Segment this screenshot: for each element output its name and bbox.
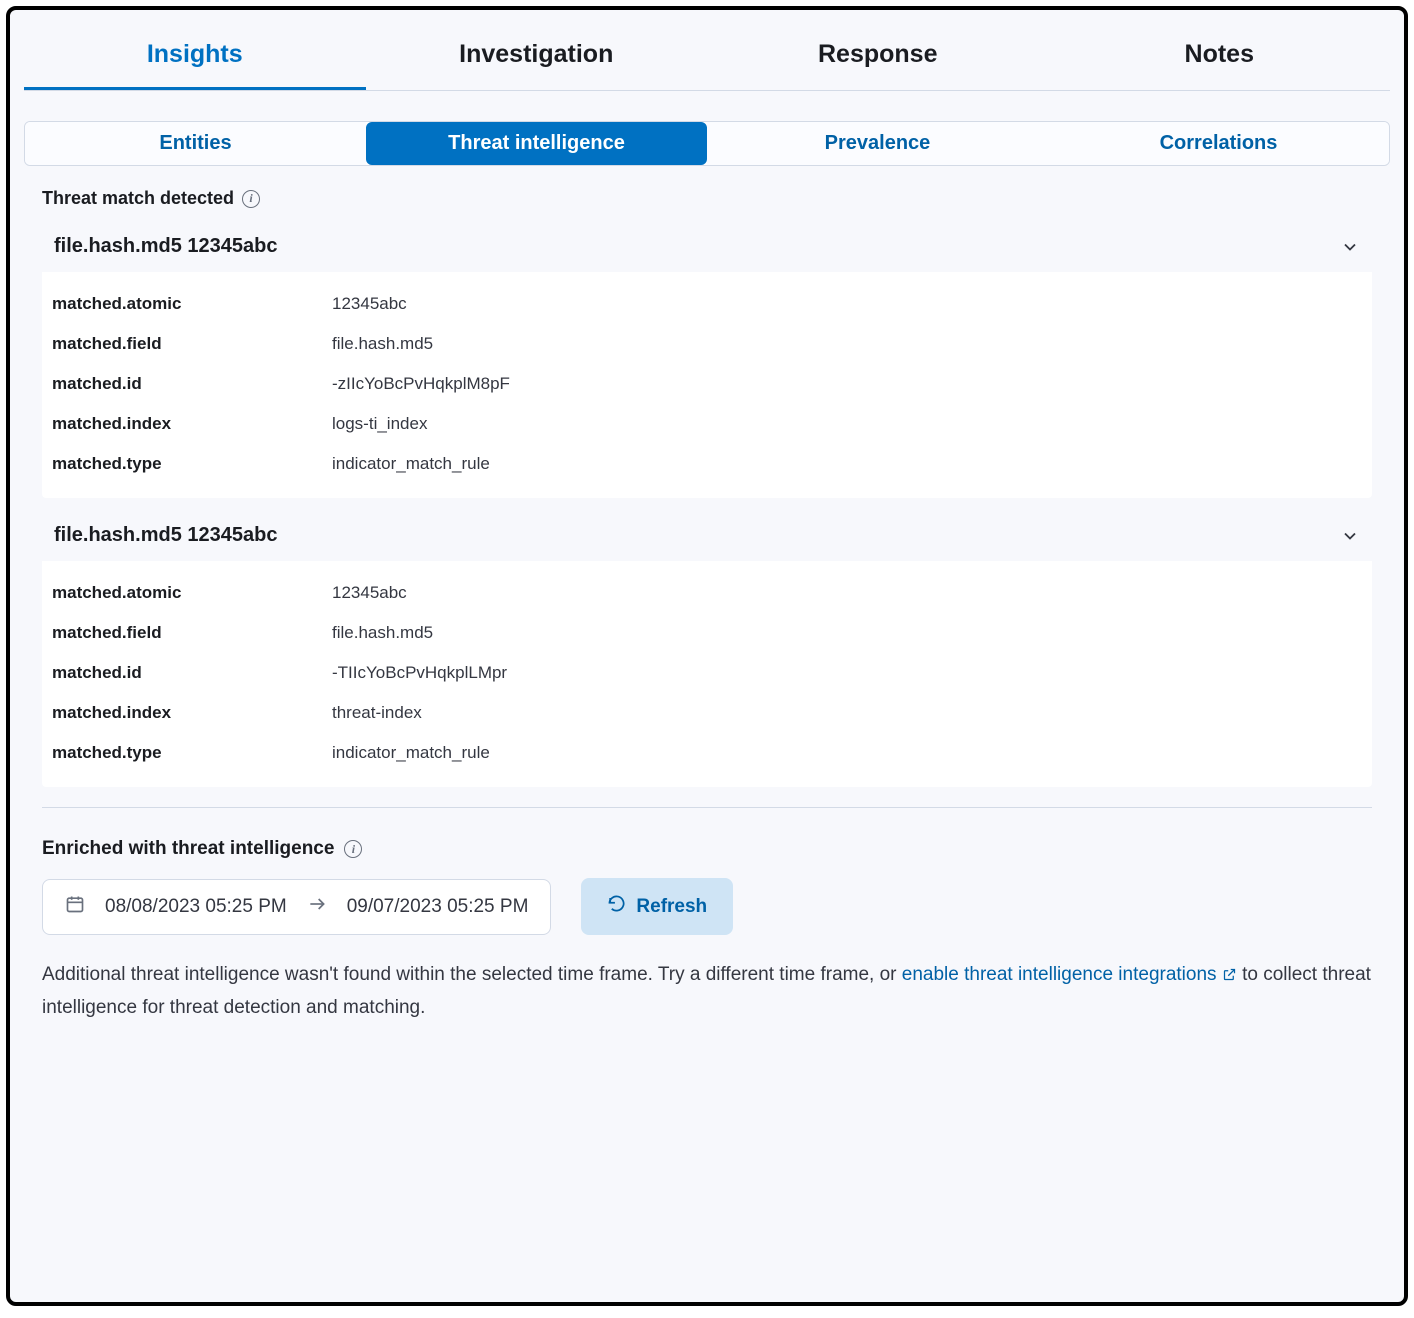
row-value: 12345abc (332, 583, 407, 603)
row-value: file.hash.md5 (332, 623, 433, 643)
threat-match-title-row: Threat match detected i (42, 188, 1390, 209)
row-key: matched.field (52, 623, 332, 643)
row-value: -zIIcYoBcPvHqkplM8pF (332, 374, 510, 394)
chevron-down-icon (1340, 526, 1360, 546)
main-tabs: Insights Investigation Response Notes (24, 20, 1390, 91)
body-text-1: Additional threat intelligence wasn't fo… (42, 964, 902, 985)
calendar-icon (65, 894, 85, 920)
enriched-title-row: Enriched with threat intelligence i (42, 838, 1390, 860)
accordion-body: matched.atomic 12345abc matched.field fi… (42, 561, 1372, 787)
row-key: matched.id (52, 374, 332, 394)
row-key: matched.atomic (52, 294, 332, 314)
row-key: matched.field (52, 334, 332, 354)
tab-insights[interactable]: Insights (24, 20, 366, 90)
divider (42, 807, 1372, 808)
table-row: matched.id -TIIcYoBcPvHqkplLMpr (52, 653, 1362, 693)
link-label: enable threat intelligence integrations (902, 964, 1217, 985)
tab-notes[interactable]: Notes (1049, 20, 1391, 90)
row-key: matched.id (52, 663, 332, 683)
enriched-controls: 08/08/2023 05:25 PM 09/07/2023 05:25 PM … (42, 878, 1390, 935)
enable-integrations-link[interactable]: enable threat intelligence integrations (902, 964, 1242, 985)
date-start: 08/08/2023 05:25 PM (105, 896, 287, 918)
table-row: matched.atomic 12345abc (52, 573, 1362, 613)
arrow-right-icon (307, 894, 327, 920)
subtab-entities[interactable]: Entities (25, 122, 366, 165)
refresh-label: Refresh (636, 896, 707, 918)
chevron-down-icon (1340, 237, 1360, 257)
row-value: threat-index (332, 703, 422, 723)
row-value: -TIIcYoBcPvHqkplLMpr (332, 663, 507, 683)
info-icon[interactable]: i (344, 840, 362, 858)
tab-response[interactable]: Response (707, 20, 1049, 90)
accordion-header[interactable]: file.hash.md5 12345abc (42, 221, 1372, 272)
table-row: matched.field file.hash.md5 (52, 324, 1362, 364)
row-value: 12345abc (332, 294, 407, 314)
refresh-icon (607, 894, 626, 919)
row-value: indicator_match_rule (332, 743, 490, 763)
accordion-header[interactable]: file.hash.md5 12345abc (42, 510, 1372, 561)
date-range-picker[interactable]: 08/08/2023 05:25 PM 09/07/2023 05:25 PM (42, 879, 551, 935)
info-icon[interactable]: i (242, 190, 260, 208)
row-key: matched.type (52, 454, 332, 474)
table-row: matched.index threat-index (52, 693, 1362, 733)
subtab-threat-intelligence[interactable]: Threat intelligence (366, 122, 707, 165)
sub-tabs: Entities Threat intelligence Prevalence … (24, 121, 1390, 166)
table-row: matched.index logs-ti_index (52, 404, 1362, 444)
table-row: matched.type indicator_match_rule (52, 444, 1362, 484)
threat-match-item: file.hash.md5 12345abc matched.atomic 12… (42, 510, 1372, 787)
accordion-body: matched.atomic 12345abc matched.field fi… (42, 272, 1372, 498)
subtab-prevalence[interactable]: Prevalence (707, 122, 1048, 165)
external-link-icon (1222, 961, 1237, 992)
threat-match-title: Threat match detected (42, 188, 234, 209)
threat-match-item: file.hash.md5 12345abc matched.atomic 12… (42, 221, 1372, 498)
row-value: logs-ti_index (332, 414, 427, 434)
refresh-button[interactable]: Refresh (581, 878, 733, 935)
enriched-body-text: Additional threat intelligence wasn't fo… (42, 959, 1372, 1024)
row-value: file.hash.md5 (332, 334, 433, 354)
table-row: matched.atomic 12345abc (52, 284, 1362, 324)
accordion-title: file.hash.md5 12345abc (54, 524, 277, 547)
enriched-title: Enriched with threat intelligence (42, 838, 334, 860)
date-end: 09/07/2023 05:25 PM (347, 896, 529, 918)
row-key: matched.atomic (52, 583, 332, 603)
tab-investigation[interactable]: Investigation (366, 20, 708, 90)
row-value: indicator_match_rule (332, 454, 490, 474)
row-key: matched.index (52, 414, 332, 434)
row-key: matched.index (52, 703, 332, 723)
table-row: matched.field file.hash.md5 (52, 613, 1362, 653)
row-key: matched.type (52, 743, 332, 763)
accordion-title: file.hash.md5 12345abc (54, 235, 277, 258)
table-row: matched.id -zIIcYoBcPvHqkplM8pF (52, 364, 1362, 404)
table-row: matched.type indicator_match_rule (52, 733, 1362, 773)
subtab-correlations[interactable]: Correlations (1048, 122, 1389, 165)
